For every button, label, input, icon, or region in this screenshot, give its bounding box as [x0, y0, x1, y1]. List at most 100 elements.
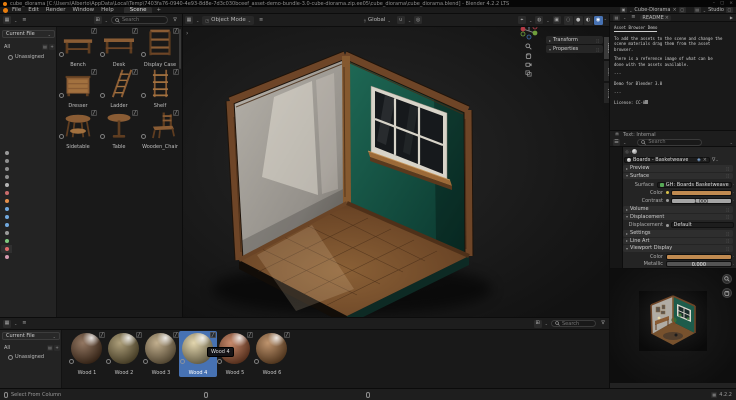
tab-particles[interactable] — [1, 213, 12, 221]
asset-search-input[interactable] — [122, 17, 164, 23]
asset-search[interactable] — [111, 16, 168, 24]
workspace-tab-scene[interactable]: Scene — [124, 7, 153, 13]
asset-browser-editor-icon[interactable]: ▦ — [3, 320, 11, 328]
asset-tile-sidetable[interactable]: ╱ Sidetable — [58, 109, 98, 150]
show-overlays-icon[interactable]: ◍ — [535, 16, 543, 24]
asset-tile-dresser[interactable]: ╱ Dresser — [58, 68, 98, 109]
npanel-properties[interactable]: ▾ Properties ¦¦ — [546, 45, 603, 53]
tab-world[interactable] — [1, 189, 12, 197]
tab-texture[interactable] — [1, 253, 12, 261]
viewport-editor-icon[interactable]: ▦ — [185, 16, 193, 24]
navigation-gizmo[interactable] — [519, 27, 539, 41]
filter-icon[interactable]: ∇ — [171, 16, 179, 24]
scrollbar[interactable] — [179, 29, 181, 69]
ortho-toggle-icon[interactable] — [525, 70, 532, 77]
zoom-icon[interactable] — [525, 43, 532, 50]
material-tile-wood1[interactable]: ╱ Wood 1 — [68, 331, 106, 377]
shading-solid-icon[interactable]: ● — [574, 16, 583, 25]
filter-icon[interactable]: ∇ — [599, 320, 607, 328]
viewport-menu-icon[interactable]: ≡ — [257, 16, 265, 24]
shading-wireframe-icon[interactable]: ◌ — [564, 16, 573, 25]
panel-volume[interactable]: ▸Volume¦¦ — [623, 206, 733, 213]
menu-file[interactable]: File — [9, 7, 24, 13]
edit-asset-icon[interactable]: ╱ — [91, 110, 97, 116]
mode-select[interactable]: ◳ Object Mode ⌄ — [202, 16, 254, 25]
asset-search[interactable] — [551, 320, 596, 327]
material-tile-wood3[interactable]: ╱ Wood 3 — [142, 331, 180, 377]
tab-render[interactable] — [1, 157, 12, 165]
new-scene-icon[interactable]: ▢ — [679, 7, 686, 13]
edit-asset-icon[interactable]: ╱ — [132, 69, 138, 75]
color-swatch[interactable] — [671, 190, 732, 196]
asset-search-input[interactable] — [562, 321, 592, 327]
tab-physics[interactable] — [1, 221, 12, 229]
contrast-slider[interactable]: 1.000 — [671, 198, 732, 204]
asset-tile-wooden-chair[interactable]: ╱ Wooden_Chair — [140, 109, 180, 150]
pan-hand-icon[interactable] — [525, 52, 532, 59]
tab-modifiers[interactable] — [1, 205, 12, 213]
asset-source-select[interactable]: Current File ⌄ — [2, 30, 55, 38]
npanel-transform[interactable]: ▸ Transform ¦¦ — [546, 36, 603, 44]
shading-material-icon[interactable]: ◐ — [584, 16, 593, 25]
panel-preview[interactable]: ▸Preview¦¦ — [623, 165, 733, 172]
asset-tile-table[interactable]: ╱ Table — [99, 109, 139, 150]
editor-divider[interactable] — [0, 317, 610, 318]
tab-material[interactable] — [1, 245, 12, 253]
new-view-layer-icon[interactable]: ▢ — [726, 7, 733, 13]
edit-asset-icon[interactable]: ╱ — [91, 28, 97, 34]
material-id-field[interactable]: Boards - Basketweave ◈ × — [624, 157, 710, 163]
run-script-icon[interactable]: ▶ — [730, 15, 733, 20]
text-unlink-icon[interactable]: × — [665, 15, 669, 21]
viewport-canvas[interactable]: › ▸ Transform ¦¦ ▾ Properties ¦¦ Item To… — [182, 27, 610, 318]
editor-divider[interactable] — [609, 14, 610, 388]
catalog-folder-icon[interactable]: ▤ — [42, 44, 48, 50]
properties-editor-icon[interactable]: ☰ — [613, 139, 620, 146]
toolbar-expand-arrow[interactable]: › — [186, 30, 188, 37]
browser-menu-icon[interactable]: ≡ — [20, 320, 28, 328]
snap-magnet-icon[interactable]: ∪ — [397, 16, 405, 24]
catalog-unassigned[interactable]: Unassigned — [4, 54, 44, 60]
metallic-slider[interactable]: 0.000 — [666, 261, 732, 267]
material-tile-wood2[interactable]: ╱ Wood 2 — [105, 331, 143, 377]
tab-view-layer[interactable] — [1, 173, 12, 181]
view-layer-icon[interactable]: ▤ — [694, 7, 701, 13]
unlink-material-icon[interactable]: × — [703, 157, 707, 163]
browser-menu-icon[interactable]: ≡ — [20, 16, 28, 24]
catalog-unassigned[interactable]: Unassigned — [4, 354, 44, 360]
surface-value-field[interactable]: GH: Boards Basketweave — [657, 182, 732, 188]
tab-constraints[interactable] — [1, 229, 12, 237]
panel-viewport-display[interactable]: ▾Viewport Display¦¦ — [623, 245, 733, 252]
properties-search-input[interactable] — [648, 139, 698, 145]
tab-tool[interactable] — [1, 149, 12, 157]
scene-name[interactable]: Cube-Diorama — [634, 7, 670, 13]
text-editor-body[interactable]: Asset Browser Demo To add the assets to … — [610, 22, 736, 130]
maximize-button[interactable]: ▢ — [720, 1, 724, 6]
edit-asset-icon[interactable]: ╱ — [284, 332, 290, 338]
text-editor-icon[interactable]: ▤ — [613, 15, 620, 21]
view-layer-name[interactable]: Studio — [708, 7, 724, 13]
menu-help[interactable]: Help — [98, 7, 117, 13]
tab-object[interactable] — [1, 197, 12, 205]
tab-scene[interactable] — [1, 181, 12, 189]
room-mesh[interactable] — [230, 55, 469, 318]
edit-asset-icon[interactable]: ╱ — [173, 110, 179, 116]
editor-divider[interactable] — [182, 14, 183, 318]
tab-object-data[interactable] — [1, 237, 12, 245]
menu-window[interactable]: Window — [69, 7, 97, 13]
properties-search[interactable] — [637, 139, 702, 146]
add-workspace-button[interactable]: + — [153, 7, 164, 13]
panel-line-art[interactable]: ▸Line Art¦¦ — [623, 238, 733, 245]
catalog-add-icon[interactable]: + — [54, 345, 60, 351]
display-size-icon[interactable]: ⊞ — [94, 16, 102, 24]
catalog-all[interactable]: All ▤ + — [0, 44, 57, 50]
tab-output[interactable] — [1, 165, 12, 173]
edit-asset-icon[interactable]: ╱ — [91, 69, 97, 75]
proportional-edit-icon[interactable]: ◎ — [414, 16, 422, 24]
displacement-select[interactable]: Default — [671, 222, 735, 228]
catalog-add-icon[interactable]: + — [49, 44, 55, 50]
text-datablock[interactable]: README × — [640, 15, 671, 21]
asset-source-select[interactable]: Current File ⌄ — [2, 332, 60, 340]
asset-browser-editor-icon[interactable]: ▦ — [3, 16, 11, 24]
menu-render[interactable]: Render — [43, 7, 69, 13]
blender-menu-icon[interactable] — [3, 8, 8, 13]
